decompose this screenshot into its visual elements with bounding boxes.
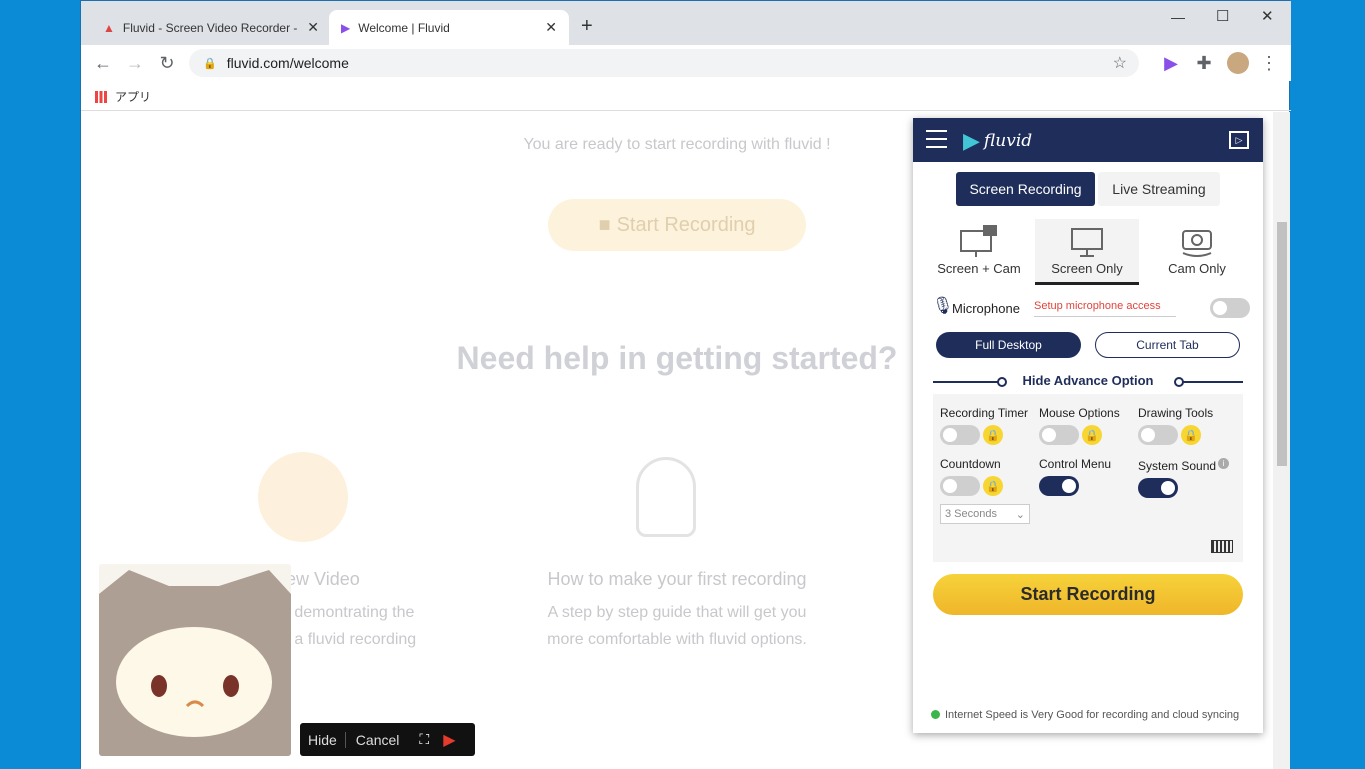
cat-avatar-image xyxy=(99,570,291,756)
bookmark-apps[interactable]: アプリ xyxy=(95,88,151,105)
recording-control-bar: Hide Cancel ⛶ ▶ xyxy=(300,723,475,756)
lock-icon: 🔒 xyxy=(1181,425,1201,445)
url-text: fluvid.com/welcome xyxy=(226,55,349,71)
camera-rotate-icon xyxy=(1182,230,1212,257)
option-label: Drawing Tools xyxy=(1138,406,1214,420)
video-library-icon[interactable]: ▷ xyxy=(1229,131,1249,149)
apps-label: アプリ xyxy=(115,90,152,104)
control-menu-toggle[interactable] xyxy=(1039,476,1079,496)
divider-line xyxy=(1183,381,1243,383)
drawing-tools-toggle[interactable] xyxy=(1138,425,1178,445)
close-tab-icon[interactable]: ✕ xyxy=(545,19,557,36)
apps-grid-icon xyxy=(95,90,107,103)
tab-welcome[interactable]: ▶ Welcome | Fluvid ✕ xyxy=(329,10,569,45)
video-camera-icon: ■ xyxy=(598,213,611,236)
recording-timer-toggle[interactable] xyxy=(940,425,980,445)
address-bar[interactable]: 🔒 fluvid.com/welcome ☆ xyxy=(189,49,1139,77)
lock-icon: 🔒 xyxy=(1082,425,1102,445)
tab-title: Welcome | Fluvid xyxy=(358,20,450,35)
star-icon[interactable]: ☆ xyxy=(1113,53,1127,73)
mode-screen-cam[interactable]: Screen + Cam xyxy=(927,219,1031,283)
tab-live-streaming[interactable]: Live Streaming xyxy=(1098,172,1220,206)
tab-bar: ▲ Fluvid - Screen Video Recorder - ✕ ▶ W… xyxy=(81,1,1291,45)
current-tab-button[interactable]: Current Tab xyxy=(1095,332,1240,358)
webcam-preview[interactable] xyxy=(99,564,291,756)
bookmarks-bar: アプリ xyxy=(81,81,1291,111)
close-tab-icon[interactable]: ✕ xyxy=(307,19,319,36)
start-recording-button[interactable]: Start Recording xyxy=(933,574,1243,615)
mouse-options-toggle[interactable] xyxy=(1039,425,1079,445)
fluvid-popup: ▶ fluvid ▷ Screen Recording Live Streami… xyxy=(913,118,1263,733)
full-desktop-button[interactable]: Full Desktop xyxy=(936,332,1081,358)
mode-cam-only[interactable]: Cam Only xyxy=(1145,219,1249,283)
fluvid-extension-icon: ▲ xyxy=(103,20,115,35)
chevron-down-icon: ⌄ xyxy=(1015,509,1025,521)
lock-icon: 🔒 xyxy=(983,476,1003,496)
lock-icon: 🔒 xyxy=(203,57,217,70)
minimize-button[interactable]: — xyxy=(1171,9,1185,25)
system-sound-toggle[interactable] xyxy=(1138,478,1178,498)
card2-text: A step by step guide that will get you xyxy=(547,604,807,621)
microphone-label: Microphone xyxy=(952,301,1020,316)
option-label: System Sound xyxy=(1138,459,1217,473)
extensions-icon[interactable]: ✚ xyxy=(1194,53,1214,74)
mode-label: Screen Only xyxy=(1051,261,1123,276)
switch-screen-icon[interactable]: ⛶ xyxy=(409,731,439,748)
start-recording-page-button[interactable]: ■ Start Recording xyxy=(548,199,806,251)
scrollbar-thumb[interactable] xyxy=(1277,222,1287,466)
scrollbar[interactable] xyxy=(1273,112,1290,769)
tab-fluvid-recorder[interactable]: ▲ Fluvid - Screen Video Recorder - ✕ xyxy=(91,10,331,45)
close-window-button[interactable]: ✕ xyxy=(1261,7,1274,25)
status-dot-icon xyxy=(931,710,940,719)
option-label: Control Menu xyxy=(1039,457,1112,471)
reload-icon[interactable]: ↻ xyxy=(157,53,177,74)
profile-avatar[interactable] xyxy=(1227,52,1249,74)
microphone-toggle[interactable] xyxy=(1210,298,1250,318)
microphone-illustration xyxy=(258,452,348,542)
hamburger-menu-icon[interactable] xyxy=(926,130,947,148)
fluvid-logo: ▶ fluvid xyxy=(963,128,1033,153)
monitor-icon xyxy=(1071,228,1103,257)
advance-options: Recording Timer 🔒 Mouse Options 🔒 Drawin… xyxy=(933,394,1243,562)
menu-icon[interactable]: ⋮ xyxy=(1259,53,1279,74)
keyboard-shortcut-icon[interactable] xyxy=(1211,540,1233,553)
fluvid-logo-icon: ▶ xyxy=(341,20,351,35)
panel-header: ▶ fluvid ▷ xyxy=(913,118,1263,162)
option-label: Countdown xyxy=(940,457,1001,471)
button-label: Start Recording xyxy=(616,213,756,236)
countdown-select[interactable]: 3 Seconds ⌄ xyxy=(940,504,1030,524)
setup-microphone-link[interactable]: Setup microphone access xyxy=(1034,300,1176,317)
screen-cam-icon xyxy=(960,225,997,257)
countdown-toggle[interactable] xyxy=(940,476,980,496)
hide-button[interactable]: Hide xyxy=(300,731,346,748)
toolbar: ← → ↻ 🔒 fluvid.com/welcome ☆ ▶ ✚ ⋮ xyxy=(81,45,1291,81)
tab-screen-recording[interactable]: Screen Recording xyxy=(956,172,1095,206)
option-label: Mouse Options xyxy=(1039,406,1120,420)
mode-label: Cam Only xyxy=(1168,261,1226,276)
select-value: 3 Seconds xyxy=(945,508,997,520)
back-icon[interactable]: ← xyxy=(93,53,113,74)
lock-icon: 🔒 xyxy=(983,425,1003,445)
maximize-button[interactable]: ☐ xyxy=(1216,7,1229,25)
microphone-icon: 🎙 xyxy=(932,296,954,315)
internet-speed-status: Internet Speed is Very Good for recordin… xyxy=(945,709,1240,721)
forward-icon[interactable]: → xyxy=(125,53,145,74)
tab-title: Fluvid - Screen Video Recorder - xyxy=(122,20,298,35)
lightbulb-illustration xyxy=(636,457,696,537)
cancel-button[interactable]: Cancel xyxy=(346,732,410,748)
new-tab-button[interactable]: + xyxy=(581,15,593,38)
card2-text: more comfortable with fluvid options. xyxy=(547,631,807,648)
mode-label: Screen + Cam xyxy=(937,261,1021,276)
info-icon[interactable]: i xyxy=(1218,458,1229,469)
mode-screen-only[interactable]: Screen Only xyxy=(1035,219,1139,285)
card2-title: How to make your first recording xyxy=(547,569,807,589)
play-record-icon[interactable]: ▶ xyxy=(439,730,459,750)
card1-title: ew Video xyxy=(286,569,360,589)
fluvid-extension-icon[interactable]: ▶ xyxy=(1161,53,1181,74)
logo-text: fluvid xyxy=(983,131,1033,151)
option-label: Recording Timer xyxy=(940,406,1029,420)
